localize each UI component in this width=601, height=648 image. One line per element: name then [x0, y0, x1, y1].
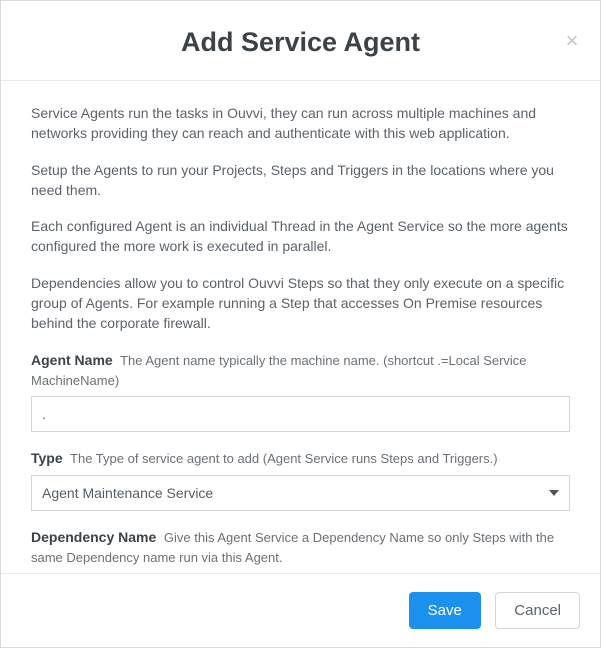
intro-paragraph-1: Service Agents run the tasks in Ouvvi, t… [31, 103, 570, 144]
agent-name-label-row: Agent Name The Agent name typically the … [31, 350, 570, 391]
type-label-row: Type The Type of service agent to add (A… [31, 448, 570, 469]
modal-header: Add Service Agent × [1, 1, 600, 81]
dependency-name-field-block: Dependency Name Give this Agent Service … [31, 527, 570, 572]
dependency-name-label-row: Dependency Name Give this Agent Service … [31, 527, 570, 568]
agent-name-field-block: Agent Name The Agent name typically the … [31, 350, 570, 433]
type-hint: The Type of service agent to add (Agent … [70, 451, 498, 466]
agent-name-input[interactable] [31, 396, 570, 432]
intro-paragraph-3: Each configured Agent is an individual T… [31, 216, 570, 257]
type-select[interactable]: Agent Maintenance Service [31, 475, 570, 511]
dependency-name-label: Dependency Name [31, 529, 156, 545]
close-icon[interactable]: × [562, 31, 582, 51]
save-button[interactable]: Save [409, 592, 481, 630]
intro-paragraph-2: Setup the Agents to run your Projects, S… [31, 160, 570, 201]
intro-paragraph-4: Dependencies allow you to control Ouvvi … [31, 273, 570, 334]
agent-name-label: Agent Name [31, 352, 113, 368]
modal-body: Service Agents run the tasks in Ouvvi, t… [1, 81, 600, 573]
type-label: Type [31, 450, 63, 466]
type-field-block: Type The Type of service agent to add (A… [31, 448, 570, 511]
cancel-button[interactable]: Cancel [495, 592, 580, 630]
add-service-agent-modal: Add Service Agent × Service Agents run t… [0, 0, 601, 648]
modal-title: Add Service Agent [21, 27, 580, 58]
modal-footer: Save Cancel [1, 573, 600, 648]
